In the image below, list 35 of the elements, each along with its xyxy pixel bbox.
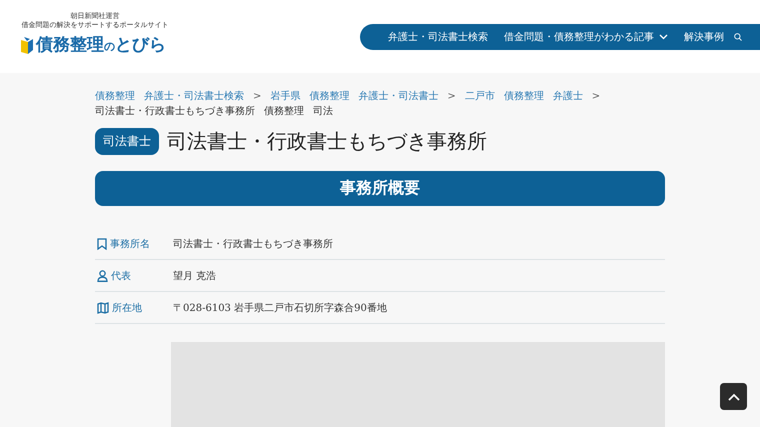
chevron-down-icon [659,34,668,40]
breadcrumb-item[interactable]: 債務整理 [504,90,544,103]
field-value: 〒028-6103 岩手県二戸市石切所字森合90番地 [173,302,387,314]
logo-icon [20,36,34,54]
field-label: 代表 [111,270,131,282]
map-icon [97,302,109,314]
chevron-up-icon [728,392,740,400]
breadcrumb-item[interactable]: 弁護士・司法書士検索 [144,90,244,103]
bookmark-icon [97,238,107,250]
breadcrumb-item[interactable]: 二戸市 [464,90,495,103]
person-icon [97,270,108,282]
category-badge: 司法書士 [95,128,159,155]
nav-link[interactable]: 弁護士・司法書士検索 [382,30,494,44]
field-label: 事務所名 [110,238,150,250]
breadcrumb-item[interactable]: 債務整理 [95,90,135,103]
breadcrumb-item: 債務整理 [264,105,304,118]
breadcrumb-item[interactable]: 債務整理 [309,90,350,103]
nav-link[interactable]: 解決事例 [678,30,730,44]
field-label: 所在地 [112,302,142,314]
breadcrumb-item[interactable]: 岩手県 [270,90,300,103]
breadcrumb-item: 司法 [313,105,333,118]
breadcrumb-item[interactable]: 弁護士 [552,90,583,103]
field-value: 望月 克浩 [173,270,216,282]
breadcrumb-separator: > [592,90,600,103]
nav-link[interactable]: 借金問題・債務整理がわかる記事 [498,30,674,44]
breadcrumb-separator: > [447,90,456,103]
logo[interactable]: 債務整理の とびら [36,33,166,56]
field-value: 司法書士・行政書士もちづき事務所 [173,238,333,250]
breadcrumb-item: 司法書士・行政書士もちづき事務所 [95,105,255,118]
section-header: 事務所概要 [95,171,665,206]
scroll-top-button[interactable] [720,383,747,410]
breadcrumb-separator: > [253,90,262,103]
office-title: 司法書士・行政書士もちづき事務所 [167,128,487,155]
search-icon[interactable] [734,31,742,43]
breadcrumb-item[interactable]: 弁護士・司法書士 [358,90,438,103]
